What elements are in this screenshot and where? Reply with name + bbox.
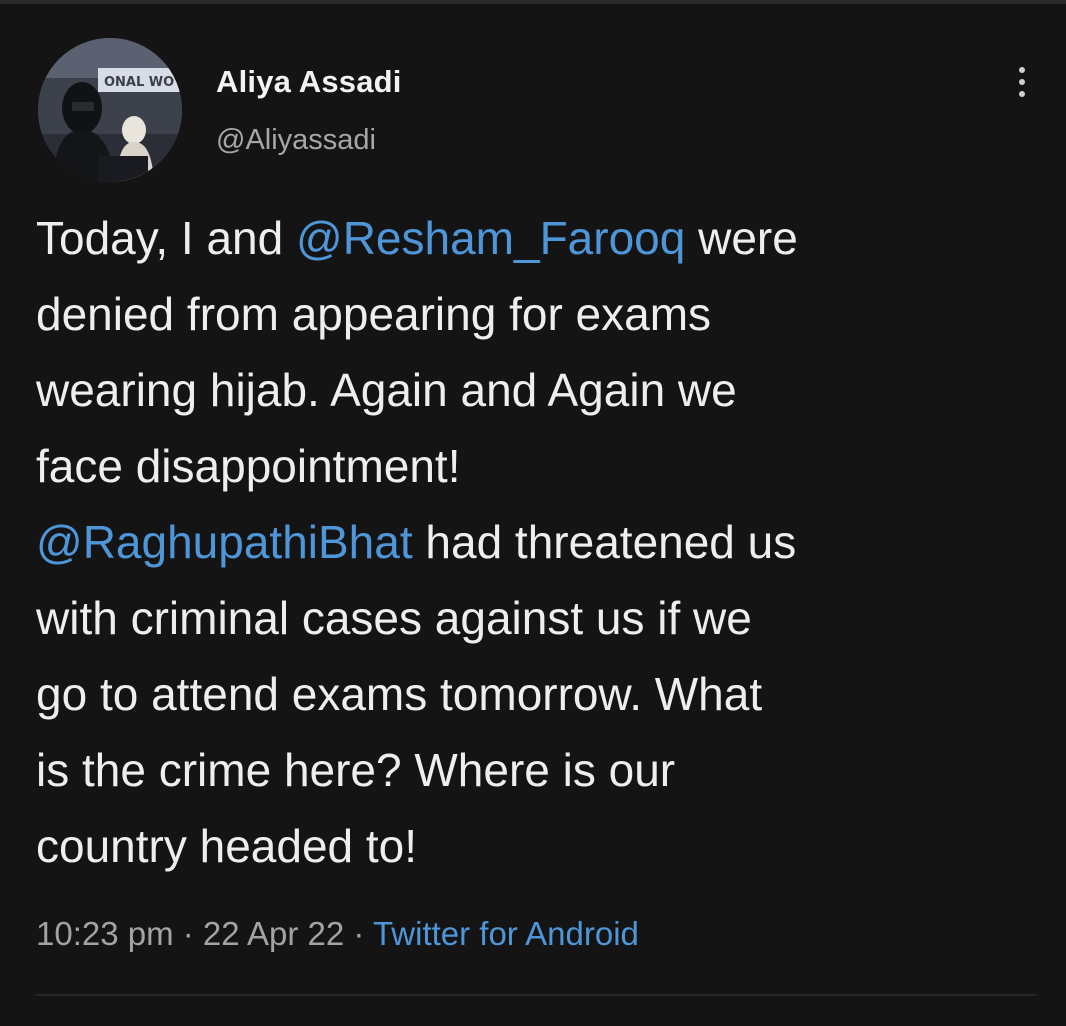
tweet-text-line: face disappointment! <box>36 428 1036 504</box>
mention-link[interactable]: @Resham_Farooq <box>296 212 685 264</box>
tweet-card: ONAL WO Aliya Assadi @Aliyassadi Today, … <box>0 0 1066 1026</box>
meta-separator: · <box>344 915 373 952</box>
tweet-text-segment: with criminal cases against us if we <box>36 592 752 644</box>
tweet-text-segment: Today, I and <box>36 212 296 264</box>
tweet-text-segment: were <box>685 212 798 264</box>
tweet-time[interactable]: 10:23 pm <box>36 915 174 952</box>
tweet-text-segment: country headed to! <box>36 820 418 872</box>
author-handle[interactable]: @Aliyassadi <box>216 124 376 157</box>
more-vertical-icon[interactable] <box>1005 62 1041 102</box>
tweet-text-segment: denied from appearing for exams <box>36 288 712 340</box>
tweet-text-line: go to attend exams tomorrow. What <box>36 656 1036 732</box>
tweet-text: Today, I and @Resham_Farooq were denied f… <box>36 200 1036 884</box>
tweet-text-segment: is the crime here? Where is our <box>36 744 676 796</box>
tweet-text-line: with criminal cases against us if we <box>36 580 1036 656</box>
tweet-text-line: Today, I and @Resham_Farooq were <box>36 200 1036 276</box>
tweet-date[interactable]: 22 Apr 22 <box>203 915 344 952</box>
tweet-text-segment: wearing hijab. Again and Again we <box>36 364 737 416</box>
tweet-meta: 10:23 pm · 22 Apr 22 · Twitter for Andro… <box>36 915 639 953</box>
tweet-text-segment: go to attend exams tomorrow. What <box>36 668 763 720</box>
top-divider <box>0 0 1066 4</box>
mention-link[interactable]: @RaghupathiBhat <box>36 516 413 568</box>
avatar-banner-text: ONAL WO <box>104 75 174 90</box>
tweet-text-segment: had threatened us <box>412 516 797 568</box>
meta-separator: · <box>173 915 203 952</box>
tweet-text-line: wearing hijab. Again and Again we <box>36 352 1036 428</box>
tweet-text-line: is the crime here? Where is our <box>36 732 1036 808</box>
tweet-text-line: country headed to! <box>36 808 1036 884</box>
avatar-photo: ONAL WO <box>38 38 182 182</box>
tweet-text-segment: face disappointment! <box>36 440 461 492</box>
tweet-text-line: denied from appearing for exams <box>36 276 1036 352</box>
avatar[interactable]: ONAL WO <box>38 38 182 182</box>
tweet-text-line: @RaghupathiBhat had threatened us <box>36 504 1036 580</box>
tweet-source-link[interactable]: Twitter for Android <box>373 915 639 952</box>
bottom-divider <box>36 994 1036 996</box>
author-name[interactable]: Aliya Assadi <box>216 64 402 100</box>
